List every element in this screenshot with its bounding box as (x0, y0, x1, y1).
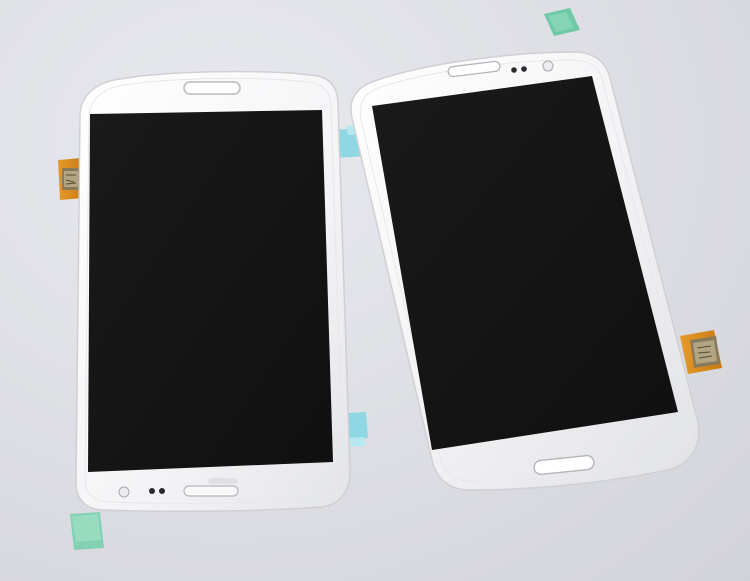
right-top-protective-tab (544, 8, 580, 36)
right-front-camera-icon (542, 60, 554, 72)
left-sensor-dot-2-icon (159, 488, 165, 494)
left-sensor-dot-1-icon (149, 488, 155, 494)
photo-canvas (58, 8, 722, 550)
left-front-camera-icon (118, 486, 130, 498)
right-display-panel (350, 8, 722, 491)
right-flex-cable (680, 330, 722, 374)
left-earpiece-slot-icon (183, 81, 241, 95)
left-screen (88, 110, 333, 472)
left-display-panel (58, 70, 368, 550)
right-sensor-dot-2-icon (521, 66, 527, 72)
product-photo (0, 0, 750, 581)
left-speaker-slot-icon (183, 485, 239, 497)
right-sensor-dot-1-icon (511, 67, 517, 73)
left-bottom-protective-tab (70, 512, 104, 550)
